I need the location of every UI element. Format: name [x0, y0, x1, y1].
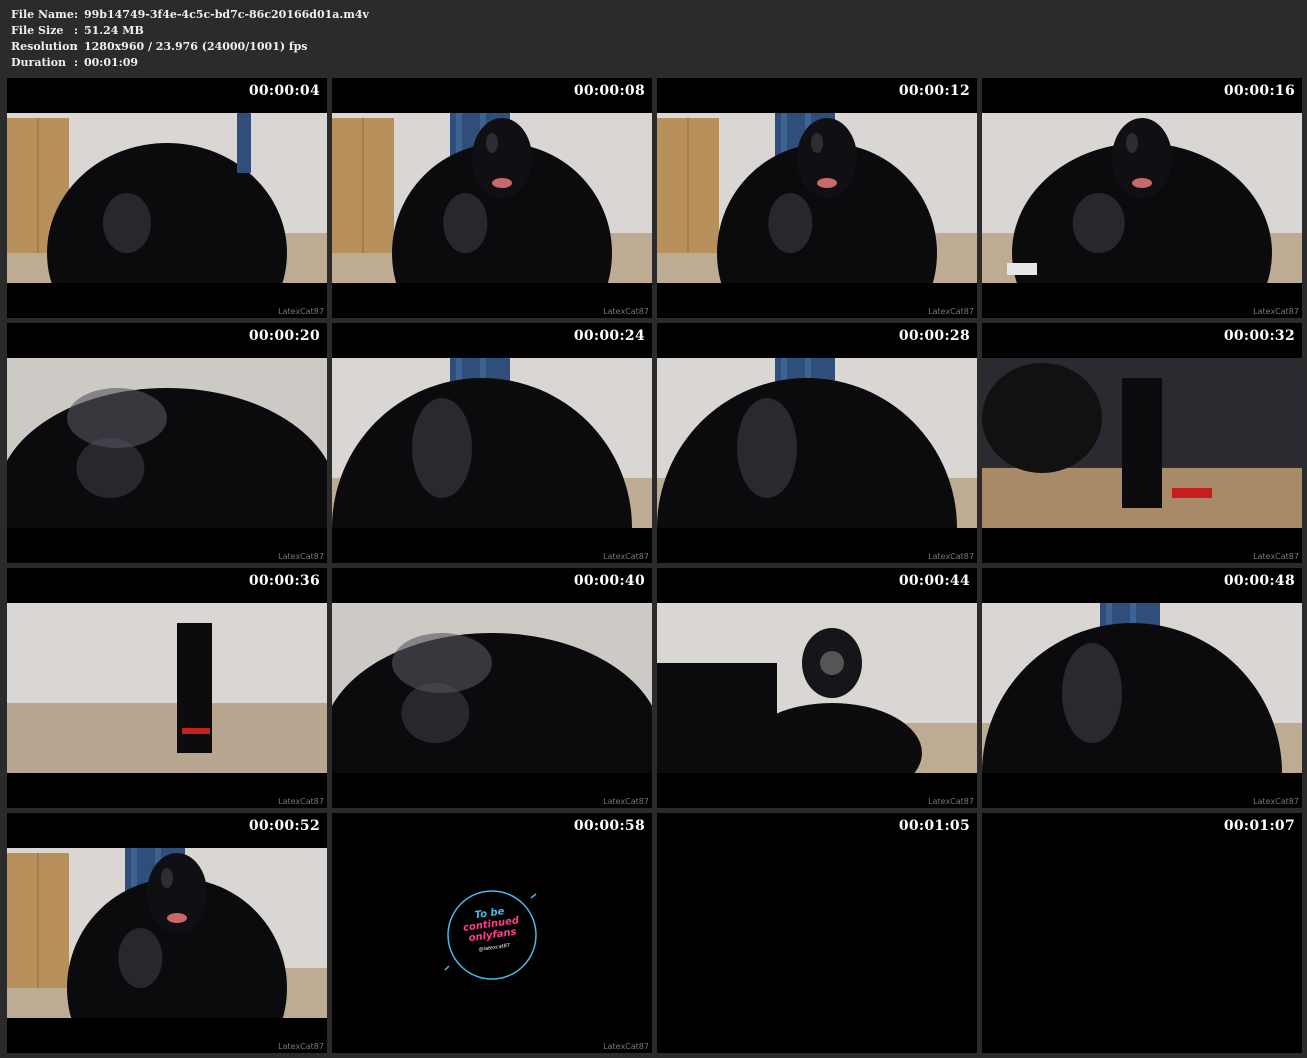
video-frame-image — [982, 113, 1302, 283]
thumbnail-tile[interactable]: 00:00:28 LatexCat87 — [657, 323, 977, 563]
file-size-row: File Size : 51.24 MB — [11, 23, 369, 39]
thumbnail-timestamp: 00:00:36 — [248, 573, 320, 589]
thumbnail-tile[interactable]: 00:00:12 LatexCat87 — [657, 78, 977, 318]
watermark-text: LatexCat87 — [603, 1042, 649, 1051]
watermark-text: LatexCat87 — [1253, 797, 1299, 806]
video-frame-image — [657, 358, 977, 528]
separator: : — [74, 24, 79, 37]
thumbnail-tile[interactable]: 00:00:52 LatexCat87 — [7, 813, 327, 1053]
watermark-text: LatexCat87 — [278, 797, 324, 806]
watermark-text: LatexCat87 — [278, 1042, 324, 1051]
thumbnail-timestamp: 00:00:32 — [1223, 328, 1295, 344]
thumbnail-timestamp: 00:00:12 — [898, 83, 970, 99]
thumbnail-tile[interactable]: 00:00:20 LatexCat87 — [7, 323, 327, 563]
thumbnail-timestamp: 00:00:48 — [1223, 573, 1295, 589]
thumbnail-tile[interactable]: 00:01:07 — [982, 813, 1302, 1053]
thumbnail-timestamp: 00:00:40 — [573, 573, 645, 589]
video-frame-image — [332, 358, 652, 528]
watermark-text: LatexCat87 — [603, 797, 649, 806]
thumbnail-timestamp: 00:00:44 — [898, 573, 970, 589]
watermark-text: LatexCat87 — [603, 307, 649, 316]
thumbnail-timestamp: 00:00:24 — [573, 328, 645, 344]
separator: : — [74, 56, 79, 69]
thumbnail-tile[interactable]: 00:00:24 LatexCat87 — [332, 323, 652, 563]
thumbnail-tile[interactable]: 00:00:32 LatexCat87 — [982, 323, 1302, 563]
watermark-text: LatexCat87 — [1253, 307, 1299, 316]
thumbnail-timestamp: 00:00:16 — [1223, 83, 1295, 99]
file-name-row: File Name : 99b14749-3f4e-4c5c-bd7c-86c2… — [11, 7, 369, 23]
thumbnail-timestamp: 00:00:20 — [248, 328, 320, 344]
file-name-label: File Name — [11, 8, 74, 21]
video-frame-image — [7, 358, 327, 528]
watermark-text: LatexCat87 — [1253, 552, 1299, 561]
watermark-text: LatexCat87 — [278, 552, 324, 561]
thumbnail-timestamp: 00:01:07 — [1223, 818, 1295, 834]
thumbnail-timestamp: 00:00:04 — [248, 83, 320, 99]
thumbnail-tile[interactable]: 00:00:04 LatexCat87 — [7, 78, 327, 318]
thumbnail-timestamp: 00:00:58 — [573, 818, 645, 834]
duration-value: 00:01:09 — [84, 56, 139, 69]
thumbnail-tile[interactable]: 00:00:16 LatexCat87 — [982, 78, 1302, 318]
thumbnail-timestamp: 00:00:08 — [573, 83, 645, 99]
watermark-text: LatexCat87 — [278, 307, 324, 316]
thumbnail-timestamp: 00:00:28 — [898, 328, 970, 344]
resolution-value: 1280x960 / 23.976 (24000/1001) fps — [84, 40, 308, 53]
video-frame-image — [7, 603, 327, 773]
duration-label: Duration — [11, 56, 67, 69]
file-size-label: File Size — [11, 24, 64, 37]
watermark-text: LatexCat87 — [928, 797, 974, 806]
thumbnail-tile[interactable]: 00:01:05 — [657, 813, 977, 1053]
thumbnail-tile[interactable]: 00:00:44 LatexCat87 — [657, 568, 977, 808]
video-frame-image — [7, 113, 327, 283]
resolution-row: Resolution : 1280x960 / 23.976 (24000/10… — [11, 39, 369, 55]
thumbnail-tile[interactable]: 00:00:08 LatexCat87 — [332, 78, 652, 318]
thumbnail-tile[interactable]: 00:00:48 LatexCat87 — [982, 568, 1302, 808]
watermark-text: LatexCat87 — [928, 552, 974, 561]
resolution-label: Resolution — [11, 40, 78, 53]
video-frame-image — [7, 848, 327, 1018]
separator: : — [74, 40, 79, 53]
to-be-continued-logo: To be continued onlyfans @latexcat87 — [443, 886, 541, 984]
file-name-value: 99b14749-3f4e-4c5c-bd7c-86c20166d01a.m4v — [84, 8, 369, 21]
file-info-header: File Name : 99b14749-3f4e-4c5c-bd7c-86c2… — [11, 7, 369, 71]
video-frame-image — [657, 113, 977, 283]
video-frame-image — [657, 603, 977, 773]
thumbnail-tile[interactable]: 00:00:40 LatexCat87 — [332, 568, 652, 808]
video-frame-image — [982, 603, 1302, 773]
watermark-text: LatexCat87 — [928, 307, 974, 316]
file-size-value: 51.24 MB — [84, 24, 144, 37]
thumbnail-timestamp: 00:00:52 — [248, 818, 320, 834]
duration-row: Duration : 00:01:09 — [11, 55, 369, 71]
video-frame-image — [332, 603, 652, 773]
thumbnail-timestamp: 00:01:05 — [898, 818, 970, 834]
separator: : — [74, 8, 79, 21]
thumbnail-tile[interactable]: 00:00:58 To be continued onlyfans @latexcat8… — [332, 813, 652, 1053]
watermark-text: LatexCat87 — [603, 552, 649, 561]
video-frame-image — [332, 113, 652, 283]
video-frame-image — [982, 358, 1302, 528]
thumbnail-tile[interactable]: 00:00:36 LatexCat87 — [7, 568, 327, 808]
